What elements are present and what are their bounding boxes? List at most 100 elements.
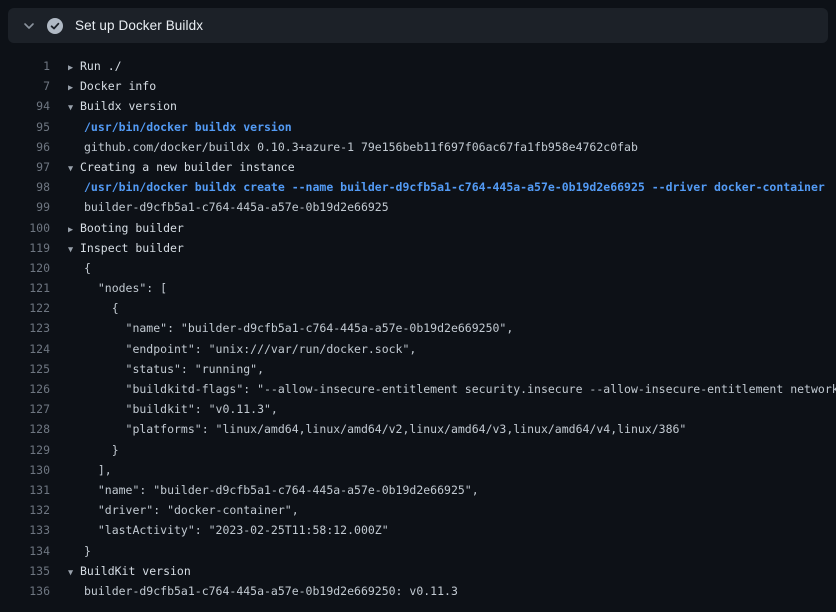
log-line: 135▼BuildKit version xyxy=(0,561,836,581)
log-line: 128 "platforms": "linux/amd64,linux/amd6… xyxy=(0,419,836,439)
line-number-link[interactable]: 129 xyxy=(0,440,50,460)
line-number-link[interactable]: 128 xyxy=(0,419,50,439)
log-output-text: "lastActivity": "2023-02-25T11:58:12.000… xyxy=(84,520,389,540)
log-group-title: Creating a new builder instance xyxy=(80,157,295,177)
log-line: 129 } xyxy=(0,440,836,460)
log-line: 121 "nodes": [ xyxy=(0,278,836,298)
line-number-link[interactable]: 133 xyxy=(0,520,50,540)
log-line: 122 { xyxy=(0,298,836,318)
line-number-link[interactable]: 121 xyxy=(0,278,50,298)
line-number-link[interactable]: 132 xyxy=(0,500,50,520)
line-number-link[interactable]: 120 xyxy=(0,258,50,278)
log-line: 94▼Buildx version xyxy=(0,96,836,116)
log-line: 96 github.com/docker/buildx 0.10.3+azure-… xyxy=(0,137,836,157)
line-number-link[interactable]: 134 xyxy=(0,541,50,561)
log-line: 127 "buildkit": "v0.11.3", xyxy=(0,399,836,419)
log-output-text: } xyxy=(84,541,91,561)
line-number-link[interactable]: 1 xyxy=(0,56,50,76)
log-line: 95/usr/bin/docker buildx version xyxy=(0,117,836,137)
log-line: 124 "endpoint": "unix:///var/run/docker.… xyxy=(0,339,836,359)
log-line: 125 "status": "running", xyxy=(0,359,836,379)
log-output-text: "driver": "docker-container", xyxy=(84,500,299,520)
triangle-down-icon: ▼ xyxy=(68,98,80,118)
log-group-toggle[interactable]: ▶Run ./ xyxy=(50,56,122,78)
line-number-link[interactable]: 96 xyxy=(0,137,50,157)
log-group-title: Docker info xyxy=(80,76,156,96)
log-output-text: builder-d9cfb5a1-c764-445a-a57e-0b19d2e6… xyxy=(84,581,458,601)
log-command-text: /usr/bin/docker buildx create --name bui… xyxy=(84,177,825,197)
line-number-link[interactable]: 122 xyxy=(0,298,50,318)
log-group-toggle[interactable]: ▼Inspect builder xyxy=(50,238,184,260)
log-group-title: Run ./ xyxy=(80,56,122,76)
log-output-text: "name": "builder-d9cfb5a1-c764-445a-a57e… xyxy=(84,318,513,338)
line-number-link[interactable]: 94 xyxy=(0,96,50,116)
log-line: 133 "lastActivity": "2023-02-25T11:58:12… xyxy=(0,520,836,540)
line-number-link[interactable]: 124 xyxy=(0,339,50,359)
log-output-text: { xyxy=(84,258,91,278)
line-number-link[interactable]: 97 xyxy=(0,157,50,177)
log-output-text: github.com/docker/buildx 0.10.3+azure-1 … xyxy=(84,137,638,157)
log-group-toggle[interactable]: ▼Buildx version xyxy=(50,96,177,118)
line-number-link[interactable]: 125 xyxy=(0,359,50,379)
log-output-text: { xyxy=(84,298,119,318)
line-number-link[interactable]: 98 xyxy=(0,177,50,197)
log-output-text: "buildkit": "v0.11.3", xyxy=(84,399,278,419)
line-number-link[interactable]: 131 xyxy=(0,480,50,500)
log-group-title: BuildKit version xyxy=(80,561,191,581)
line-number-link[interactable]: 127 xyxy=(0,399,50,419)
triangle-down-icon: ▼ xyxy=(68,240,80,260)
log-output-text: "buildkitd-flags": "--allow-insecure-ent… xyxy=(84,379,836,399)
log-group-title: Inspect builder xyxy=(80,238,184,258)
check-circle-icon xyxy=(47,18,63,34)
log-output-text: } xyxy=(84,440,119,460)
log-group-title: Booting builder xyxy=(80,218,184,238)
log-group-toggle[interactable]: ▶Docker info xyxy=(50,76,156,98)
log-line: 136 builder-d9cfb5a1-c764-445a-a57e-0b19d… xyxy=(0,581,836,601)
line-number-link[interactable]: 119 xyxy=(0,238,50,258)
line-number-link[interactable]: 136 xyxy=(0,581,50,601)
line-number-link[interactable]: 126 xyxy=(0,379,50,399)
log-line: 123 "name": "builder-d9cfb5a1-c764-445a-… xyxy=(0,318,836,338)
triangle-down-icon: ▼ xyxy=(68,159,80,179)
triangle-right-icon: ▶ xyxy=(68,78,80,98)
chevron-down-icon[interactable] xyxy=(22,19,36,33)
log-output-text: "endpoint": "unix:///var/run/docker.sock… xyxy=(84,339,416,359)
line-number-link[interactable]: 100 xyxy=(0,218,50,238)
log-line: 1▶Run ./ xyxy=(0,56,836,76)
line-number-link[interactable]: 130 xyxy=(0,460,50,480)
log-line: 120 { xyxy=(0,258,836,278)
log-output-text: "platforms": "linux/amd64,linux/amd64/v2… xyxy=(84,419,686,439)
log-line: 134} xyxy=(0,541,836,561)
log-output-text: ], xyxy=(84,460,112,480)
log-line: 131 "name": "builder-d9cfb5a1-c764-445a-… xyxy=(0,480,836,500)
log-output-text: "nodes": [ xyxy=(84,278,167,298)
log-output-text: "status": "running", xyxy=(84,359,264,379)
log-line: 126 "buildkitd-flags": "--allow-insecure… xyxy=(0,379,836,399)
log-line: 7▶Docker info xyxy=(0,76,836,96)
step-header[interactable]: Set up Docker Buildx xyxy=(8,8,828,43)
line-number-link[interactable]: 123 xyxy=(0,318,50,338)
triangle-down-icon: ▼ xyxy=(68,563,80,583)
step-title: Set up Docker Buildx xyxy=(75,18,203,33)
log-group-toggle[interactable]: ▼BuildKit version xyxy=(50,561,191,583)
log-line: 132 "driver": "docker-container", xyxy=(0,500,836,520)
line-number-link[interactable]: 95 xyxy=(0,117,50,137)
triangle-right-icon: ▶ xyxy=(68,58,80,78)
log-line: 99 builder-d9cfb5a1-c764-445a-a57e-0b19d2… xyxy=(0,197,836,217)
line-number-link[interactable]: 7 xyxy=(0,76,50,96)
log-line: 98/usr/bin/docker buildx create --name b… xyxy=(0,177,836,197)
log-output-text: "name": "builder-d9cfb5a1-c764-445a-a57e… xyxy=(84,480,479,500)
triangle-right-icon: ▶ xyxy=(68,220,80,240)
log-line: 130 ], xyxy=(0,460,836,480)
log-line: 119▼Inspect builder xyxy=(0,238,836,258)
log-group-toggle[interactable]: ▶Booting builder xyxy=(50,218,184,240)
log-viewer: 1▶Run ./7▶Docker info94▼Buildx version95… xyxy=(0,43,836,601)
log-line: 97▼Creating a new builder instance xyxy=(0,157,836,177)
log-command-text: /usr/bin/docker buildx version xyxy=(84,117,292,137)
log-group-toggle[interactable]: ▼Creating a new builder instance xyxy=(50,157,295,179)
log-line: 100▶Booting builder xyxy=(0,218,836,238)
line-number-link[interactable]: 99 xyxy=(0,197,50,217)
log-group-title: Buildx version xyxy=(80,96,177,116)
line-number-link[interactable]: 135 xyxy=(0,561,50,581)
log-output-text: builder-d9cfb5a1-c764-445a-a57e-0b19d2e6… xyxy=(84,197,389,217)
